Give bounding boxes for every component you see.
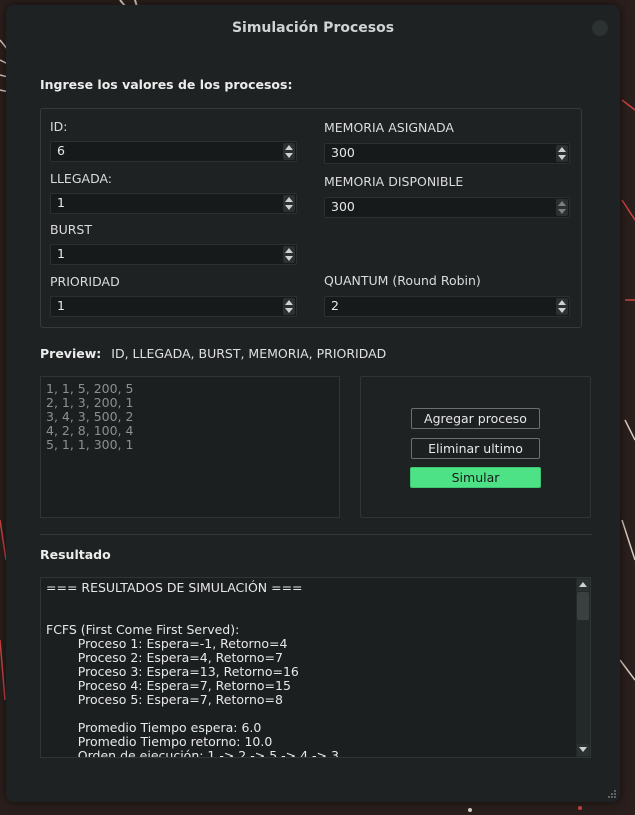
- memoria-asignada-label: MEMORIA ASIGNADA: [324, 120, 454, 135]
- actions-panel: Agregar proceso Eliminar ultimo Simular: [360, 376, 591, 518]
- preview-line: 1, 1, 5, 200, 5: [46, 381, 134, 396]
- inputs-section-title: Ingrese los valores de los procesos:: [40, 77, 293, 92]
- preview-columns: ID, LLEGADA, BURST, MEMORIA, PRIORIDAD: [111, 346, 387, 361]
- down-arrow-icon[interactable]: [285, 205, 293, 210]
- scroll-down-icon[interactable]: [577, 744, 589, 756]
- id-spinbox[interactable]: 6: [50, 141, 297, 162]
- quantum-label: QUANTUM (Round Robin): [324, 273, 481, 288]
- up-arrow-icon[interactable]: [558, 300, 566, 305]
- resize-grip-icon[interactable]: [607, 789, 617, 799]
- prioridad-value: 1: [57, 298, 65, 313]
- section-divider: [40, 534, 592, 535]
- prioridad-label: PRIORIDAD: [50, 274, 120, 289]
- llegada-label: LLEGADA:: [50, 171, 113, 186]
- down-arrow-icon[interactable]: [558, 308, 566, 313]
- id-value: 6: [57, 143, 65, 158]
- up-arrow-icon[interactable]: [285, 145, 293, 150]
- memoria-asignada-spinbox[interactable]: 300: [324, 143, 570, 164]
- simulate-button[interactable]: Simular: [410, 467, 541, 488]
- down-arrow-icon[interactable]: [558, 155, 566, 160]
- preview-text-area[interactable]: 1, 1, 5, 200, 5 2, 1, 3, 200, 1 3, 4, 3,…: [40, 376, 340, 518]
- quantum-spinbox[interactable]: 2: [324, 296, 570, 317]
- id-stepper-arrows[interactable]: [283, 143, 295, 160]
- preview-line: 3, 4, 3, 500, 2: [46, 409, 134, 424]
- memoria-disponible-stepper-arrows[interactable]: [556, 199, 568, 216]
- add-process-button[interactable]: Agregar proceso: [411, 408, 540, 429]
- process-input-group: ID: 6 LLEGADA: 1 BURST 1 PRIORIDAD 1 MEM…: [40, 108, 582, 328]
- preview-line: 4, 2, 8, 100, 4: [46, 423, 134, 438]
- results-scrollbar[interactable]: [576, 578, 590, 757]
- prioridad-spinbox[interactable]: 1: [50, 296, 297, 317]
- memoria-asignada-value: 300: [331, 145, 355, 160]
- burst-spinbox[interactable]: 1: [50, 244, 297, 265]
- burst-stepper-arrows[interactable]: [283, 246, 295, 263]
- results-label: Resultado: [40, 547, 111, 562]
- preview-line: 5, 1, 1, 300, 1: [46, 437, 134, 452]
- llegada-stepper-arrows[interactable]: [283, 195, 295, 212]
- memoria-disponible-spinbox[interactable]: 300: [324, 197, 570, 218]
- memoria-disponible-value: 300: [331, 199, 355, 214]
- llegada-value: 1: [57, 195, 65, 210]
- title-bar[interactable]: Simulación Procesos: [6, 5, 620, 49]
- up-arrow-icon[interactable]: [285, 197, 293, 202]
- up-arrow-icon[interactable]: [558, 147, 566, 152]
- results-text: === RESULTADOS DE SIMULACIÓN === FCFS (F…: [46, 580, 339, 758]
- up-arrow-icon[interactable]: [285, 248, 293, 253]
- quantum-stepper-arrows[interactable]: [556, 298, 568, 315]
- main-window: Simulación Procesos Ingrese los valores …: [6, 5, 620, 802]
- preview-line: 2, 1, 3, 200, 1: [46, 395, 134, 410]
- quantum-value: 2: [331, 298, 339, 313]
- down-arrow-icon[interactable]: [285, 256, 293, 261]
- burst-label: BURST: [50, 222, 92, 237]
- up-arrow-icon[interactable]: [285, 300, 293, 305]
- close-button[interactable]: [592, 20, 608, 36]
- id-label: ID:: [50, 119, 68, 134]
- down-arrow-icon[interactable]: [285, 308, 293, 313]
- results-text-area[interactable]: === RESULTADOS DE SIMULACIÓN === FCFS (F…: [40, 577, 591, 758]
- preview-label: Preview:: [40, 346, 102, 361]
- down-arrow-icon[interactable]: [285, 153, 293, 158]
- window-title: Simulación Procesos: [231, 20, 395, 36]
- down-arrow-icon[interactable]: [558, 209, 566, 214]
- remove-last-button[interactable]: Eliminar ultimo: [411, 438, 540, 459]
- burst-value: 1: [57, 246, 65, 261]
- scrollbar-thumb[interactable]: [577, 592, 589, 620]
- memoria-disponible-label: MEMORIA DISPONIBLE: [324, 174, 464, 189]
- preview-header: Preview: ID, LLEGADA, BURST, MEMORIA, PRI…: [40, 346, 386, 361]
- prioridad-stepper-arrows[interactable]: [283, 298, 295, 315]
- up-arrow-icon[interactable]: [558, 201, 566, 206]
- scroll-up-icon[interactable]: [577, 579, 589, 591]
- llegada-spinbox[interactable]: 1: [50, 193, 297, 214]
- memoria-asignada-stepper-arrows[interactable]: [556, 145, 568, 162]
